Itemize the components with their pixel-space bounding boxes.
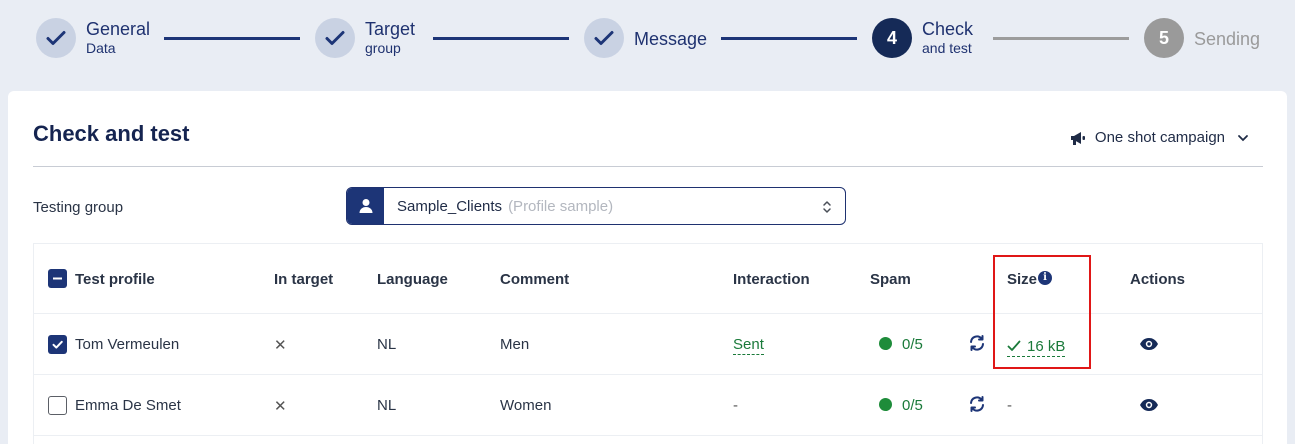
- not-in-target-icon: ✕: [274, 337, 287, 354]
- select-arrows-icon: [823, 201, 831, 213]
- step-1-done-check-icon[interactable]: [36, 18, 76, 58]
- step-3-title: Message: [634, 29, 708, 49]
- interaction-status[interactable]: Sent: [733, 336, 764, 355]
- info-icon[interactable]: i: [1038, 271, 1053, 285]
- refresh-icon[interactable]: [968, 334, 986, 357]
- column-header-language[interactable]: Language: [377, 271, 448, 288]
- step-connector: [721, 37, 857, 40]
- chevron-down-icon: [1238, 134, 1248, 141]
- spam-score: 0/5: [879, 397, 923, 414]
- step-2-done-check-icon[interactable]: [315, 18, 355, 58]
- step-2-subtitle: group: [365, 40, 401, 56]
- step-1-label[interactable]: General Data: [86, 20, 150, 55]
- column-header-spam[interactable]: Spam: [870, 271, 911, 288]
- step-connector: [993, 37, 1129, 40]
- step-5-label[interactable]: Sending: [1194, 30, 1260, 48]
- not-in-target-icon: ✕: [274, 398, 287, 415]
- spam-score-value: 0/5: [902, 336, 923, 353]
- select-all-checkbox[interactable]: [48, 269, 67, 288]
- check-icon: [1007, 340, 1021, 351]
- comment-value: Women: [500, 397, 552, 414]
- campaign-type-label: One shot campaign: [1094, 129, 1225, 146]
- step-4-title: Check: [922, 19, 974, 39]
- check-and-test-card: Check and test One shot campaign Testing…: [8, 91, 1287, 444]
- step-5-title: Sending: [1194, 29, 1261, 49]
- interaction-status: -: [733, 397, 738, 414]
- megaphone-icon: [1070, 131, 1085, 145]
- table-row: Tom Vermeulen ✕ NL Men Sent 0/5 16 kB: [34, 314, 1262, 375]
- refresh-icon[interactable]: [968, 395, 986, 418]
- step-2-title: Target: [365, 19, 416, 39]
- step-4-label[interactable]: Check and test: [922, 20, 973, 55]
- column-header-size[interactable]: Size i: [1007, 271, 1053, 288]
- step-5-number-badge[interactable]: 5: [1144, 18, 1184, 58]
- page-title: Check and test: [33, 121, 190, 146]
- table-header-row: Test profile In target Language Comment …: [34, 244, 1262, 314]
- campaign-type-dropdown[interactable]: One shot campaign: [1070, 129, 1249, 146]
- testing-group-label: Testing group: [33, 199, 124, 216]
- step-4-number-badge[interactable]: 4: [872, 18, 912, 58]
- preview-eye-icon[interactable]: [1139, 336, 1159, 357]
- preview-eye-icon[interactable]: [1139, 397, 1159, 418]
- profile-name: Tom Vermeulen: [75, 336, 180, 353]
- header-divider: [33, 166, 1263, 167]
- status-dot-icon: [879, 398, 892, 411]
- testing-group-hint: (Profile sample): [508, 197, 614, 215]
- row-checkbox-unchecked[interactable]: [48, 396, 67, 415]
- row-checkbox-checked[interactable]: [48, 335, 67, 354]
- testing-group-value: Sample_Clients: [397, 197, 503, 215]
- step-connector: [164, 37, 300, 40]
- step-2-label[interactable]: Target group: [365, 20, 415, 55]
- spam-score: 0/5: [879, 336, 923, 353]
- column-header-interaction[interactable]: Interaction: [733, 271, 810, 288]
- comment-value: Men: [500, 336, 530, 353]
- table-row: Emma De Smet ✕ NL Women - 0/5 -: [34, 375, 1262, 436]
- size-value: -: [1007, 397, 1012, 414]
- user-icon: [347, 188, 384, 224]
- size-ok-link[interactable]: 16 kB: [1007, 338, 1066, 357]
- spam-score-value: 0/5: [902, 397, 923, 414]
- step-3-label[interactable]: Message: [634, 30, 707, 48]
- language-value: NL: [377, 397, 397, 414]
- column-header-size-label: Size: [1007, 271, 1038, 288]
- progress-stepper: General Data Target group Message 4 Chec…: [0, 0, 1295, 85]
- column-header-in-target[interactable]: In target: [274, 271, 333, 288]
- status-dot-icon: [879, 337, 892, 350]
- test-profiles-table: Test profile In target Language Comment …: [33, 243, 1263, 444]
- testing-group-select[interactable]: Sample_Clients (Profile sample): [346, 187, 846, 225]
- size-value[interactable]: 16 kB: [1007, 338, 1066, 357]
- step-3-done-check-icon[interactable]: [584, 18, 624, 58]
- column-header-actions: Actions: [1130, 271, 1186, 288]
- step-connector: [433, 37, 569, 40]
- size-value-text: 16 kB: [1027, 338, 1066, 355]
- interaction-sent-link[interactable]: Sent: [733, 336, 764, 355]
- step-4-subtitle: and test: [922, 40, 972, 56]
- profile-name: Emma De Smet: [75, 397, 181, 414]
- column-header-comment[interactable]: Comment: [500, 271, 569, 288]
- column-header-test-profile[interactable]: Test profile: [75, 271, 155, 288]
- step-1-subtitle: Data: [86, 40, 116, 56]
- language-value: NL: [377, 336, 397, 353]
- step-1-title: General: [86, 19, 151, 39]
